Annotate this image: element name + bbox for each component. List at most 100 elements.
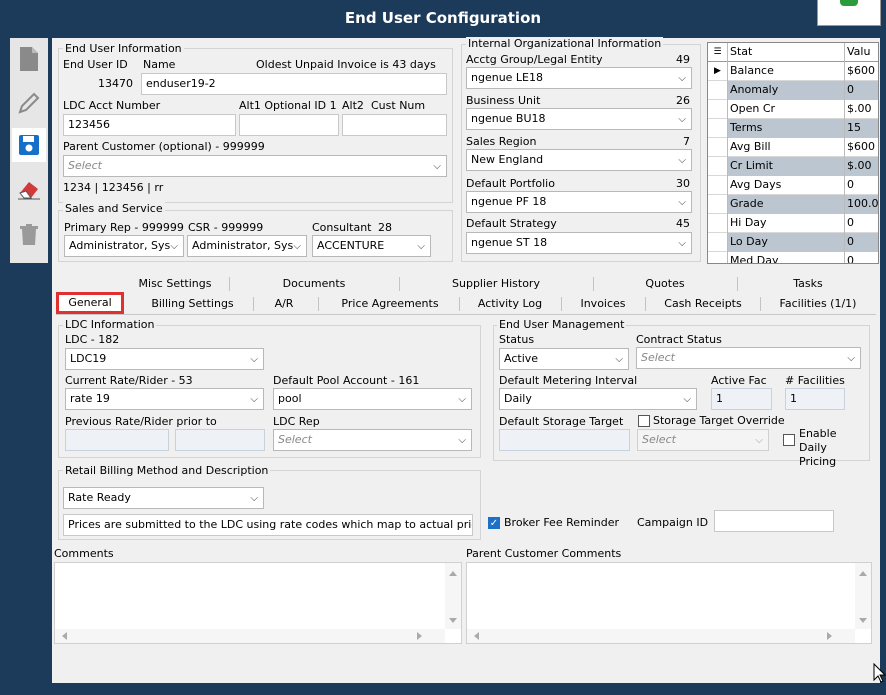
value-column-header[interactable]: Valu <box>845 43 878 62</box>
campaign-id-field[interactable] <box>714 510 834 532</box>
tab-price-agreements[interactable]: Price Agreements <box>320 294 460 314</box>
comments-hscroll[interactable] <box>55 629 445 643</box>
delete-button[interactable] <box>12 218 46 252</box>
tab-billing-settings[interactable]: Billing Settings <box>130 294 255 314</box>
tab-invoices[interactable]: Invoices <box>562 294 644 314</box>
default-pool-select[interactable]: pool ⌵ <box>273 388 472 410</box>
stats-grid-row[interactable]: Anomaly 0 <box>708 81 878 100</box>
tab-general[interactable]: General <box>59 293 121 313</box>
stat-column-header[interactable]: Stat <box>728 43 845 62</box>
stats-grid[interactable]: ☰ Stat Valu ▶ Balance $600 Anomaly 0 Open Cr $… <box>707 42 879 264</box>
row-selector[interactable] <box>708 214 728 233</box>
tab-quotes[interactable]: Quotes <box>594 274 736 294</box>
comments-vscroll[interactable] <box>445 563 461 629</box>
row-selector[interactable] <box>708 233 728 252</box>
stats-grid-row[interactable]: Lo Day 0 <box>708 233 878 252</box>
stats-grid-row[interactable]: Avg Bill $600 <box>708 138 878 157</box>
parent-comments-vscroll[interactable] <box>855 563 871 629</box>
scroll-up-icon[interactable] <box>445 567 461 579</box>
metering-interval-select[interactable]: Daily ⌵ <box>499 388 697 410</box>
primary-rep-select[interactable]: Administrator, Sys ⌵ <box>64 235 184 257</box>
alt2-cust-num-field[interactable] <box>342 114 447 136</box>
comments-textarea[interactable] <box>54 562 462 644</box>
row-selector[interactable] <box>708 119 728 138</box>
active-fac-field[interactable]: 1 <box>711 388 772 410</box>
business-unit-select[interactable]: ngenue BU18 ⌵ <box>466 108 692 130</box>
acctg-group-value: ngenue LE18 <box>471 71 544 84</box>
num-facilities-field[interactable]: 1 <box>785 388 845 410</box>
business-unit-count: 26 <box>676 94 690 107</box>
row-selector[interactable] <box>708 157 728 176</box>
row-selector[interactable] <box>708 81 728 100</box>
daily-pricing-checkbox[interactable] <box>783 434 795 446</box>
row-selector[interactable] <box>708 176 728 195</box>
parent-comments-hscroll[interactable] <box>467 629 855 643</box>
storage-target-field[interactable] <box>499 429 630 451</box>
stats-grid-row[interactable]: Terms 15 <box>708 119 878 138</box>
billing-description-field[interactable]: Prices are submitted to the LDC using ra… <box>63 514 473 536</box>
row-selector[interactable] <box>708 138 728 157</box>
primary-rep-value: Administrator, Sys <box>69 239 171 252</box>
clear-button[interactable] <box>12 172 46 206</box>
mouse-cursor-icon <box>873 662 886 683</box>
scroll-left-icon[interactable] <box>471 629 483 643</box>
new-document-button[interactable] <box>12 42 46 76</box>
parent-comments-textarea[interactable] <box>466 562 872 644</box>
ldc-rep-select[interactable]: Select ⌵ <box>273 429 472 451</box>
stats-grid-row[interactable]: Med Day 0 <box>708 252 878 263</box>
default-portfolio-select[interactable]: ngenue PF 18 ⌵ <box>466 191 692 213</box>
scroll-right-icon[interactable] <box>413 629 425 643</box>
tab-ar[interactable]: A/R <box>255 294 313 314</box>
tab-tasks[interactable]: Tasks <box>738 274 878 294</box>
scroll-right-icon[interactable] <box>823 629 835 643</box>
previous-rate-field[interactable] <box>65 429 169 451</box>
scroll-down-icon[interactable] <box>445 615 461 627</box>
stats-grid-row[interactable]: Cr Limit $.00 <box>708 157 878 176</box>
primary-rep-label: Primary Rep - 999999 <box>64 221 184 234</box>
storage-override-select[interactable]: Select ⌵ <box>637 429 769 451</box>
row-selector[interactable] <box>708 252 728 263</box>
list-icon: ☰ <box>708 43 728 62</box>
csr-select[interactable]: Administrator, Sys ⌵ <box>187 235 307 257</box>
consultant-select[interactable]: ACCENTURE ⌵ <box>312 235 431 257</box>
tab-facilities[interactable]: Facilities (1/1) <box>762 294 874 314</box>
storage-override-checkbox[interactable] <box>638 415 650 427</box>
tab-documents[interactable]: Documents <box>230 274 398 294</box>
row-selector[interactable] <box>708 195 728 214</box>
sales-region-select[interactable]: New England ⌵ <box>466 149 692 171</box>
chevron-down-icon: ⌵ <box>678 238 686 249</box>
scroll-up-icon[interactable] <box>855 567 871 579</box>
broker-fee-checkbox[interactable]: ✓ <box>488 517 500 529</box>
sales-region-count: 7 <box>683 135 690 148</box>
end-user-id-field[interactable]: 13470 <box>63 73 138 95</box>
stats-grid-row[interactable]: Open Cr $.00 <box>708 100 878 119</box>
billing-method-select[interactable]: Rate Ready ⌵ <box>63 487 264 509</box>
contract-status-select[interactable]: Select ⌵ <box>636 347 861 369</box>
stats-grid-row[interactable]: Grade 100.0 <box>708 195 878 214</box>
stats-grid-row[interactable]: ▶ Balance $600 <box>708 62 878 81</box>
tab-activity-log[interactable]: Activity Log <box>460 294 560 314</box>
save-button[interactable] <box>12 128 46 162</box>
current-rate-select[interactable]: rate 19 ⌵ <box>65 388 264 410</box>
parent-customer-select[interactable]: Select ⌵ <box>63 155 447 177</box>
retail-billing-heading: Retail Billing Method and Description <box>63 464 271 478</box>
ldc-acct-field[interactable]: 123456 <box>63 114 236 136</box>
previous-rate-date-field[interactable] <box>175 429 265 451</box>
name-field[interactable]: enduser19-2 <box>141 73 447 95</box>
row-selector[interactable] <box>708 100 728 119</box>
acctg-group-select[interactable]: ngenue LE18 ⌵ <box>466 67 692 89</box>
tab-supplier-history[interactable]: Supplier History <box>400 274 592 294</box>
alt1-field[interactable] <box>239 114 339 136</box>
value-cell: $.00 <box>847 102 872 115</box>
row-selector-icon[interactable]: ▶ <box>708 62 728 81</box>
tab-cash-receipts[interactable]: Cash Receipts <box>646 294 760 314</box>
ldc-select[interactable]: LDC19 ⌵ <box>65 348 264 370</box>
status-select[interactable]: Active ⌵ <box>499 348 629 370</box>
default-strategy-select[interactable]: ngenue ST 18 ⌵ <box>466 232 692 254</box>
stats-grid-row[interactable]: Hi Day 0 <box>708 214 878 233</box>
edit-button[interactable] <box>12 86 46 120</box>
ldc-label: LDC - 182 <box>65 333 120 346</box>
scroll-left-icon[interactable] <box>59 629 71 643</box>
scroll-down-icon[interactable] <box>855 615 871 627</box>
stats-grid-row[interactable]: Avg Days 0 <box>708 176 878 195</box>
